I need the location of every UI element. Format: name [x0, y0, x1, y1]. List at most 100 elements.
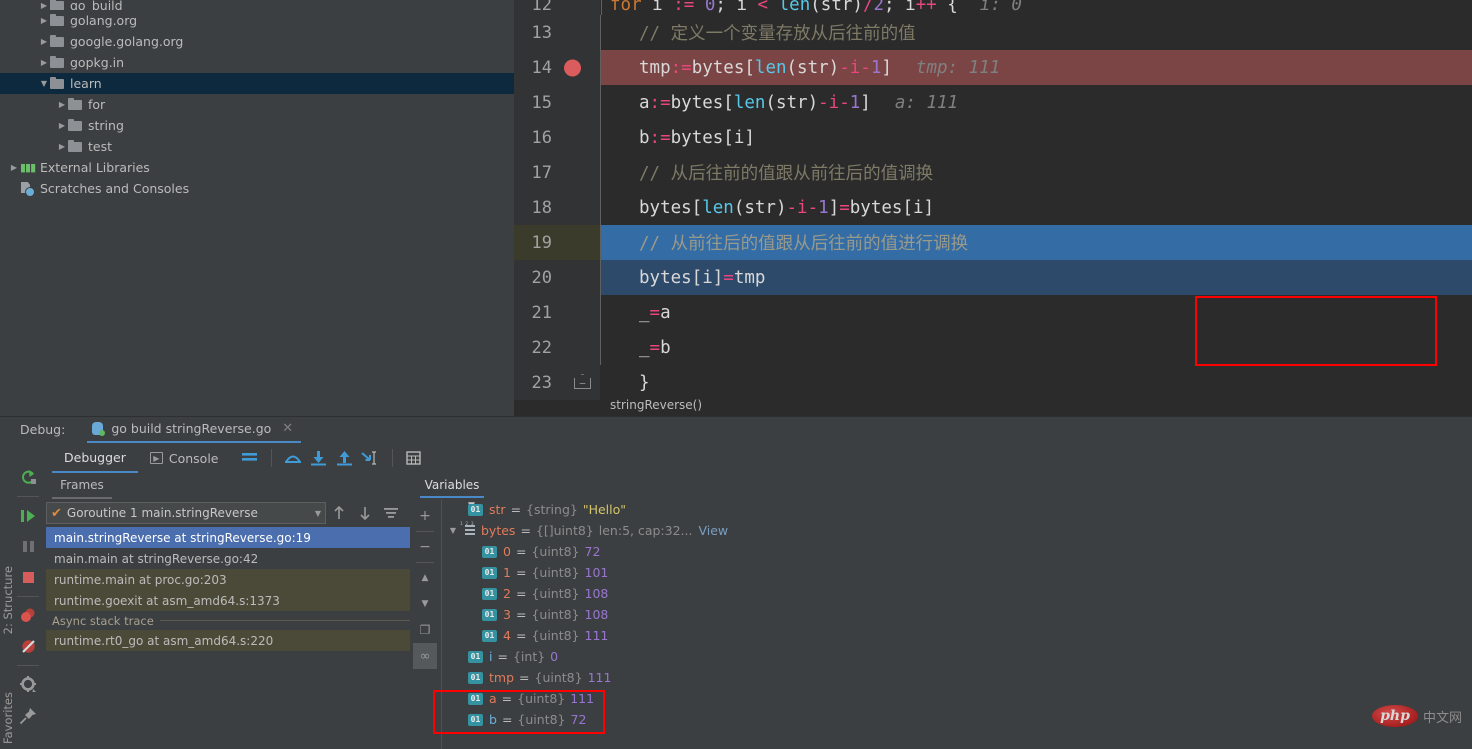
tab-console[interactable]: ▶ Console [138, 443, 231, 473]
code-token: (str) [733, 197, 787, 218]
tree-item-test[interactable]: ▶ test [0, 136, 514, 157]
variable-name: 4 [503, 628, 511, 643]
code-line-14[interactable]: 14 tmp := bytes[len (str) -i- 1] tmp: 111 [514, 50, 1472, 85]
tree-item-learn[interactable]: ▼ learn [0, 73, 514, 94]
variable-row-4[interactable]: 01 4 = {uint8} 111 [446, 625, 1466, 646]
code-editor[interactable]: 12 for i := 0; i < len (str)/2; i ++ {i: 0… [514, 0, 1472, 416]
no-arrow-spacer [8, 178, 20, 199]
code-token: b [660, 337, 671, 358]
thread-dropdown[interactable]: ✔ Goroutine 1 main.stringReverse ▼ [46, 502, 326, 524]
line-number: 16 [531, 127, 552, 148]
code-token: = [649, 302, 661, 323]
code-line-12[interactable]: 12 for i := 0; i < len (str)/2; i ++ {i: 0 [514, 0, 1472, 15]
code-token: = [839, 197, 850, 218]
move-down-icon[interactable]: ▼ [413, 591, 437, 617]
tree-item-scratches-and-consoles[interactable]: Scratches and Consoles [0, 178, 514, 199]
code-line-16[interactable]: 16 b := bytes[i] [514, 120, 1472, 155]
step-out-icon[interactable] [332, 446, 358, 470]
primitive-value-icon: 01 [468, 503, 483, 516]
chevron-right-icon[interactable]: ▶ [56, 115, 68, 136]
variable-row-i[interactable]: 01 i = {int} 0 [446, 646, 1466, 667]
line-number: 18 [531, 197, 552, 218]
chevron-down-icon[interactable]: ▼ [315, 509, 321, 518]
chevron-down-icon[interactable]: ▼ [38, 73, 50, 94]
view-breakpoints-icon[interactable] [14, 600, 42, 631]
chevron-right-icon[interactable]: ▶ [38, 31, 50, 52]
debug-session-tab[interactable]: go build stringReverse.go ✕ [87, 416, 302, 443]
chevron-right-icon[interactable]: ▶ [38, 10, 50, 31]
code-line-13[interactable]: 13 // 定义一个变量存放从后往前的值 [514, 15, 1472, 50]
evaluate-expression-icon[interactable] [401, 446, 427, 470]
tree-item-string[interactable]: ▶ string [0, 115, 514, 136]
code-token: -i- [818, 92, 850, 113]
show-execution-point-icon[interactable] [237, 446, 263, 470]
pause-program-icon[interactable] [14, 531, 42, 562]
breakpoint-icon[interactable] [564, 59, 581, 76]
chevron-right-icon[interactable]: ▶ [56, 136, 68, 157]
code-line-18[interactable]: 18 bytes[len (str) -i- 1] = bytes[i] [514, 190, 1472, 225]
chevron-down-icon[interactable]: ▼ [446, 526, 460, 535]
frame-label: runtime.goexit at asm_amd64.s:1373 [54, 593, 280, 608]
rerun-icon[interactable] [14, 462, 42, 493]
resume-program-icon[interactable] [14, 500, 42, 531]
code-line-20[interactable]: 20 bytes[i] = tmp [514, 260, 1472, 295]
variable-row-0[interactable]: 01 0 = {uint8} 72 [446, 541, 1466, 562]
move-up-icon[interactable]: ▲ [413, 565, 437, 591]
variable-row-1[interactable]: 01 1 = {uint8} 101 [446, 562, 1466, 583]
frames-list[interactable]: main.stringReverse at stringReverse.go:1… [46, 527, 410, 651]
code-token: (str) [765, 92, 819, 113]
step-over-icon[interactable] [280, 446, 306, 470]
code-token: a [639, 92, 650, 113]
variable-row-tmp[interactable]: 01 tmp = {uint8} 111 [446, 667, 1466, 688]
chevron-right-icon[interactable]: ▶ [38, 0, 50, 10]
variable-row-str[interactable]: 01 str = {string} "Hello" [446, 499, 1466, 520]
pin-icon[interactable] [14, 700, 42, 731]
frame-row[interactable]: runtime.goexit at asm_amd64.s:1373 [46, 590, 410, 611]
tree-item-label: External Libraries [40, 160, 150, 175]
tab-variables[interactable]: Variables [420, 473, 484, 498]
variable-row-bytes[interactable]: ▼ bytes = {[]uint8} len:5, cap:32... Vie… [446, 520, 1466, 541]
add-watch-icon[interactable]: + [413, 503, 437, 529]
mute-breakpoints-icon[interactable] [14, 631, 42, 662]
variable-value: len:5, cap:32... [598, 523, 693, 538]
code-line-23[interactable]: 23 − } [514, 365, 1472, 400]
async-stack-trace-label: Async stack trace [52, 613, 154, 628]
code-token: tmp [639, 57, 671, 78]
frame-down-icon[interactable] [352, 502, 378, 524]
view-link[interactable]: View [698, 523, 728, 538]
frame-row[interactable]: main.main at stringReverse.go:42 [46, 548, 410, 569]
tree-item-golang-org[interactable]: ▶ golang.org [0, 10, 514, 31]
code-token: len [733, 92, 766, 113]
close-icon[interactable]: ✕ [282, 421, 293, 436]
chevron-right-icon[interactable]: ▶ [8, 157, 20, 178]
run-to-cursor-icon[interactable] [358, 446, 384, 470]
frames-settings-icon[interactable] [378, 502, 404, 524]
tab-frames[interactable]: Frames [52, 473, 112, 499]
stop-icon[interactable] [14, 562, 42, 593]
variable-row-3[interactable]: 01 3 = {uint8} 108 [446, 604, 1466, 625]
chevron-right-icon[interactable]: ▶ [56, 94, 68, 115]
tree-item-external-libraries[interactable]: ▶ ▮▮▮ External Libraries [0, 157, 514, 178]
frame-up-icon[interactable] [326, 502, 352, 524]
frame-row[interactable]: runtime.main at proc.go:203 [46, 569, 410, 590]
remove-watch-icon[interactable]: − [413, 534, 437, 560]
chevron-right-icon[interactable]: ▶ [38, 52, 50, 73]
frame-row[interactable]: runtime.rt0_go at asm_amd64.s:220 [46, 630, 410, 651]
tab-debugger[interactable]: Debugger [52, 443, 138, 473]
inspect-icon[interactable]: ∞ [413, 643, 437, 669]
code-line-17[interactable]: 17 // 从后往前的值跟从前往后的值调换 [514, 155, 1472, 190]
code-line-15[interactable]: 15 a := bytes[len (str) -i- 1] a: 111 [514, 85, 1472, 120]
project-tree-panel[interactable]: ▶ go_build ▶ golang.org ▶ google.golang.… [0, 0, 514, 416]
tree-item-google-golang-org[interactable]: ▶ google.golang.org [0, 31, 514, 52]
tree-item-gopkg-in[interactable]: ▶ gopkg.in [0, 52, 514, 73]
step-into-icon[interactable] [306, 446, 332, 470]
settings-icon[interactable] [14, 669, 42, 700]
code-line-19[interactable]: 19 // 从前往后的值跟从后往前的值进行调换 [514, 225, 1472, 260]
code-token: _ [639, 337, 650, 358]
variable-row-2[interactable]: 01 2 = {uint8} 108 [446, 583, 1466, 604]
tree-item-for[interactable]: ▶ for [0, 94, 514, 115]
tree-item-go_build[interactable]: ▶ go_build [0, 0, 514, 10]
copy-value-icon[interactable]: ❐ [413, 617, 437, 643]
frame-row[interactable]: main.stringReverse at stringReverse.go:1… [46, 527, 410, 548]
primitive-value-icon: 01 [482, 545, 497, 558]
